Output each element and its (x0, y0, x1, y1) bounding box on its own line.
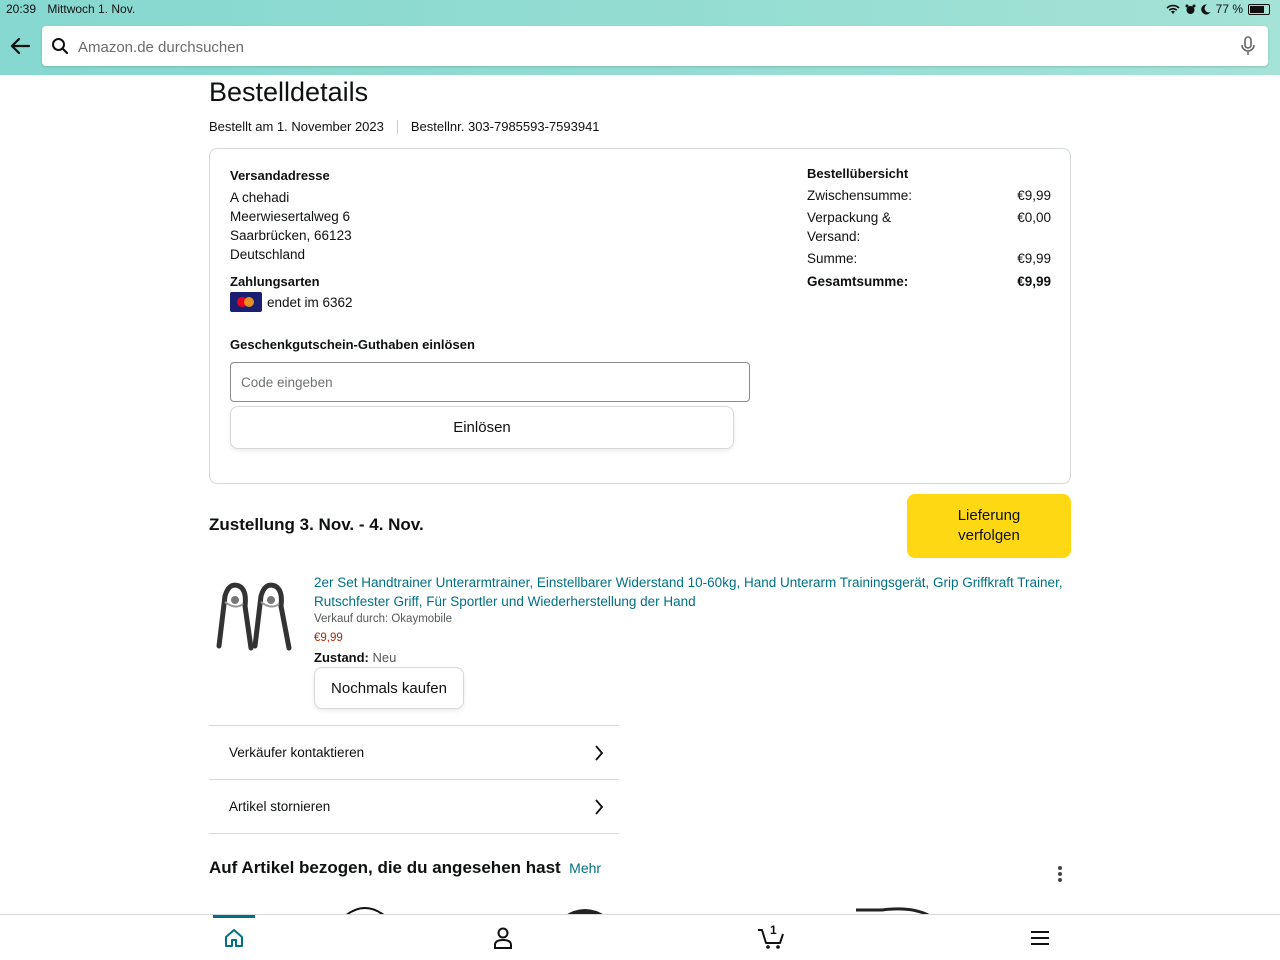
track-label: Lieferung verfolgen (957, 507, 1021, 544)
search-icon[interactable] (51, 37, 69, 55)
shipping-address: Versandadresse A chehadi Meerwiesertalwe… (230, 166, 352, 264)
alarm-icon (1185, 4, 1196, 14)
subtotal-value: €9,99 (1017, 188, 1051, 203)
chevron-right-icon (595, 744, 604, 761)
tab-account[interactable] (473, 915, 533, 960)
tab-home[interactable] (204, 915, 264, 960)
condition-label: Zustand: (314, 650, 369, 665)
user-icon (494, 927, 512, 949)
payment-method: Zahlungsarten endet im 6362 (230, 274, 353, 312)
subtotal-label: Zwischensumme: (807, 188, 913, 203)
summary-shipping: Verpackung & Versand: €0,00 (807, 208, 1051, 246)
bottom-tab-bar: 1 (0, 914, 1280, 960)
redeem-button[interactable]: Einlösen (230, 406, 734, 449)
mastercard-icon (230, 292, 262, 312)
total-value: €9,99 (1017, 274, 1051, 289)
status-bar-left: 20:39 Mittwoch 1. Nov. (6, 2, 143, 16)
moon-icon (1200, 3, 1211, 14)
product-condition: Zustand: Neu (314, 650, 396, 665)
action-contact-seller[interactable]: Verkäufer kontaktieren (209, 726, 619, 780)
product-image[interactable] (211, 576, 303, 658)
product-price: €9,99 (314, 632, 343, 644)
search-input[interactable] (76, 32, 1220, 62)
page-title: Bestelldetails (209, 77, 369, 107)
summary-subtotal: Zwischensumme: €9,99 (807, 186, 1051, 205)
address-country: Deutschland (230, 247, 306, 262)
buy-again-button[interactable]: Nochmals kaufen (314, 667, 464, 709)
order-date: Bestellt am 1. November 2023 (209, 119, 384, 134)
order-number: Bestellnr. 303-7985593-7593941 (410, 119, 600, 134)
product-seller: Verkauf durch: Okaymobile (314, 613, 453, 625)
back-button[interactable] (8, 34, 34, 60)
more-options-icon[interactable] (1057, 864, 1063, 884)
condition-value: Neu (372, 650, 397, 665)
address-name: A chehadi (230, 190, 290, 205)
chevron-right-icon (595, 798, 604, 815)
shipping-cost-label: Verpackung & Versand: (807, 210, 892, 244)
battery-icon (1248, 3, 1270, 15)
address-street: Meerwiesertalweg 6 (230, 209, 351, 224)
divider (396, 119, 398, 134)
wifi-icon (1166, 4, 1180, 14)
track-package-button[interactable]: Lieferung verfolgen (907, 494, 1071, 558)
tab-cart[interactable]: 1 (741, 915, 801, 960)
back-arrow-icon (10, 37, 31, 55)
summary-sum: Summe: €9,99 (807, 249, 1051, 268)
address-city: Saarbrücken, 66123 (230, 228, 352, 243)
sum-label: Summe: (807, 251, 858, 266)
sum-value: €9,99 (1017, 251, 1051, 266)
status-bar-right: 77 % (1166, 2, 1270, 16)
hamburger-menu-icon (1031, 930, 1049, 945)
shipping-cost-value: €0,00 (1017, 210, 1051, 225)
order-info-card: Versandadresse A chehadi Meerwiesertalwe… (209, 148, 1071, 484)
order-meta: Bestellt am 1. November 2023 Bestellnr. … (209, 119, 600, 134)
home-icon (225, 928, 243, 947)
summary-heading: Bestellübersicht (807, 166, 909, 181)
search-bar (42, 26, 1268, 66)
tab-menu[interactable] (1010, 915, 1070, 960)
gift-code-input[interactable] (230, 362, 750, 402)
cart-count-badge: 1 (770, 923, 777, 937)
status-date: Mittwoch 1. Nov. (47, 2, 136, 16)
related-heading: Auf Artikel bezogen, die du angesehen ha… (209, 858, 561, 877)
battery-percent: 77 % (1215, 2, 1243, 16)
related-items-section: Auf Artikel bezogen, die du angesehen ha… (209, 858, 1071, 882)
action-cancel-item[interactable]: Artikel stornieren (209, 780, 619, 834)
card-ending: endet im 6362 (267, 294, 353, 310)
shipping-heading: Versandadresse (230, 168, 330, 183)
active-tab-indicator (213, 915, 255, 918)
total-label: Gesamtsumme: (807, 274, 909, 289)
payment-heading: Zahlungsarten (230, 274, 320, 289)
more-link[interactable]: Mehr (569, 860, 601, 876)
microphone-icon[interactable] (1240, 36, 1256, 56)
top-bar: 20:39 Mittwoch 1. Nov. 77 % (0, 0, 1280, 75)
summary-total: Gesamtsumme: €9,99 (807, 272, 1051, 291)
action-label: Artikel stornieren (229, 799, 331, 814)
order-summary: Bestellübersicht Zwischensumme: €9,99 Ve… (807, 166, 1051, 294)
status-time: 20:39 (6, 2, 37, 16)
product-title-link[interactable]: 2er Set Handtrainer Unterarmtrainer, Ein… (314, 573, 1069, 611)
action-label: Verkäufer kontaktieren (229, 745, 365, 760)
delivery-heading: Zustellung 3. Nov. - 4. Nov. (209, 515, 424, 534)
gift-card-heading: Geschenkgutschein-Guthaben einlösen (230, 337, 475, 352)
order-actions: Verkäufer kontaktieren Artikel storniere… (209, 725, 619, 834)
